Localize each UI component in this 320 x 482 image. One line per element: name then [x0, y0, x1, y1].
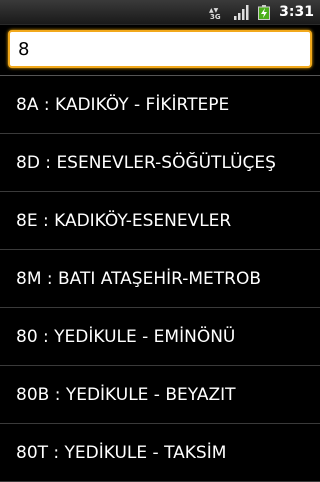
list-item[interactable]: 8A : KADIKÖY - FİKİRTEPE	[0, 76, 320, 134]
route-label: 8A : KADIKÖY - FİKİRTEPE	[16, 94, 230, 115]
svg-text:3G: 3G	[210, 13, 221, 20]
battery-charging-icon	[258, 5, 270, 20]
route-label: 8E : KADIKÖY-ESENEVLER	[16, 210, 232, 231]
route-list: 8A : KADIKÖY - FİKİRTEPE 8D : ESENEVLER-…	[0, 76, 320, 482]
route-label: 80B : YEDİKULE - BEYAZIT	[16, 384, 236, 405]
search-input[interactable]	[8, 30, 312, 68]
list-item[interactable]: 8D : ESENEVLER-SÖĞÜTLÜÇEŞ	[0, 134, 320, 192]
route-label: 80T : YEDİKULE - TAKSİM	[16, 442, 227, 463]
clock: 3:31	[279, 4, 314, 20]
route-label: 80 : YEDİKULE - EMİNÖNÜ	[16, 326, 236, 347]
search-area	[0, 26, 320, 72]
status-bar: ▲▼ 3G 3:31	[0, 0, 320, 25]
3g-network-icon: ▲▼ 3G	[209, 7, 221, 20]
list-item[interactable]: 80B : YEDİKULE - BEYAZIT	[0, 366, 320, 424]
list-item[interactable]: 8E : KADIKÖY-ESENEVLER	[0, 192, 320, 250]
route-label: 8D : ESENEVLER-SÖĞÜTLÜÇEŞ	[16, 152, 276, 173]
route-label: 8M : BATI ATAŞEHİR-METROB	[16, 268, 262, 289]
list-item[interactable]: 8M : BATI ATAŞEHİR-METROB	[0, 250, 320, 308]
list-item[interactable]: 80 : YEDİKULE - EMİNÖNÜ	[0, 308, 320, 366]
list-item[interactable]: 80T : YEDİKULE - TAKSİM	[0, 424, 320, 482]
signal-strength-icon	[234, 5, 249, 20]
